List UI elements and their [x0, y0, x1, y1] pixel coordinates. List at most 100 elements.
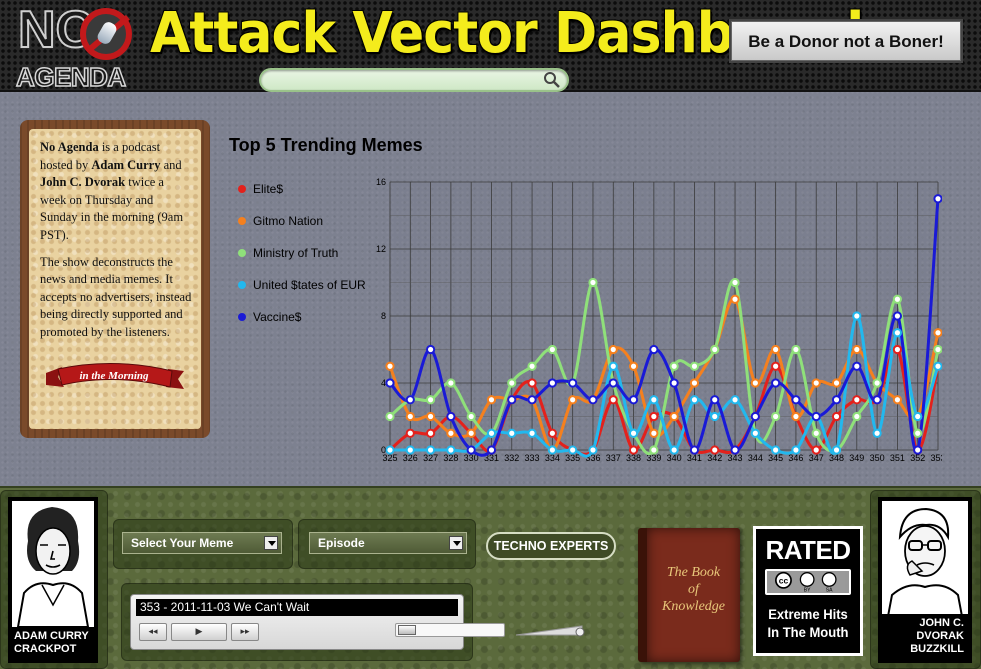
about-paragraph-1: No Agenda is a podcast hosted by Adam Cu… — [40, 139, 193, 245]
john-dvorak-portrait[interactable]: JOHN C. DVORAK BUZZKILL — [878, 497, 972, 663]
legend-item[interactable]: Ministry of Truth — [238, 246, 366, 278]
data-point — [852, 344, 862, 355]
data-point — [608, 378, 618, 388]
data-point — [831, 445, 842, 455]
y-tick-label: 16 — [376, 177, 386, 187]
host-name-1: Adam Curry — [91, 157, 161, 172]
about-panel: No Agenda is a podcast hosted by Adam Cu… — [20, 120, 210, 438]
rated-subtitle-1: Extreme Hits — [768, 606, 848, 622]
data-point — [486, 428, 497, 438]
data-point — [527, 395, 537, 405]
legend-swatch — [238, 249, 246, 257]
data-point — [933, 328, 942, 338]
legend-item[interactable]: Elite$ — [238, 182, 366, 214]
logo-agenda-text: AGENDA — [15, 62, 127, 92]
meme-select[interactable]: Select Your Meme — [122, 532, 282, 554]
rated-badge[interactable]: RATED cc BY SA Extreme Hits In The Mouth — [753, 526, 863, 656]
data-point — [791, 344, 801, 355]
data-point — [527, 361, 537, 371]
data-point — [547, 428, 557, 438]
x-tick-label: 344 — [748, 453, 763, 463]
legend-item[interactable]: Vaccine$ — [238, 310, 366, 342]
play-button[interactable]: ▶ — [171, 623, 227, 641]
search-input[interactable] — [259, 68, 569, 92]
data-point — [446, 428, 456, 438]
chart-legend: Elite$ Gitmo Nation Ministry of Truth Unite… — [238, 182, 366, 342]
legend-item[interactable]: Gitmo Nation — [238, 214, 366, 246]
data-point — [852, 361, 862, 371]
ribbon-text: in the Morning — [79, 370, 149, 382]
rewind-icon: ◂◂ — [148, 627, 158, 637]
legend-label: Vaccine$ — [253, 310, 302, 324]
rewind-button[interactable]: ◂◂ — [139, 623, 167, 641]
cc-text: cc — [779, 576, 789, 586]
search-icon[interactable] — [543, 71, 561, 89]
x-tick-label: 349 — [849, 453, 864, 463]
show-name: No Agenda — [40, 140, 99, 154]
data-point — [628, 361, 639, 371]
data-point — [486, 445, 497, 455]
x-tick-label: 337 — [606, 453, 621, 463]
data-point — [608, 344, 618, 355]
seek-handle[interactable] — [398, 625, 416, 635]
book-of-knowledge[interactable]: The Book of Knowledge — [638, 528, 740, 662]
data-point — [588, 395, 598, 405]
data-point — [507, 395, 517, 405]
data-point — [730, 277, 740, 288]
legend-swatch — [238, 313, 246, 321]
right-portrait-name: JOHN C. DVORAK — [916, 617, 964, 642]
episode-select[interactable]: Episode — [309, 532, 467, 554]
data-point — [547, 344, 557, 355]
john-dvorak-image — [884, 507, 966, 628]
about-paragraph-2: The show deconstructs the news and media… — [40, 254, 192, 339]
data-point — [872, 395, 882, 405]
trending-memes-chart: 0481216325 326 327 328 330 331 332 333 334 335 336… — [376, 177, 942, 463]
no-sign-icon — [80, 8, 132, 60]
data-point — [831, 411, 842, 422]
rated-subtitle-2: In The Mouth — [767, 624, 849, 640]
volume-slider[interactable] — [516, 625, 586, 637]
data-point — [425, 411, 436, 422]
book-title-1: The Book — [666, 565, 721, 580]
data-point — [588, 277, 598, 288]
adam-curry-portrait[interactable]: ADAM CURRY CRACKPOT — [8, 497, 98, 663]
cc-sa-text: SA — [826, 587, 833, 593]
legend-label: Elite$ — [253, 182, 284, 196]
legend-swatch — [238, 217, 246, 225]
seek-slider[interactable] — [395, 623, 505, 637]
data-point — [547, 445, 557, 455]
donor-button[interactable]: Be a Donor not a Boner! — [731, 21, 961, 61]
x-tick-label: 351 — [890, 453, 905, 463]
cc-by-text: BY — [804, 587, 811, 593]
microphone-icon — [95, 19, 119, 47]
legend-item[interactable]: United $tates of EUR — [238, 278, 366, 310]
data-point — [892, 344, 903, 355]
header-bar: NO AGENDA Attack Vector Dashboard Be a D… — [0, 0, 981, 92]
data-point — [405, 445, 415, 455]
audio-player: 353 - 2011-11-03 We Can't Wait ◂◂ ▶ ▸▸ — [130, 594, 585, 650]
data-point — [892, 395, 903, 405]
data-point — [425, 428, 436, 438]
data-point — [669, 445, 679, 455]
no-agenda-logo[interactable]: NO AGENDA — [14, 3, 138, 92]
y-tick-label: 12 — [376, 244, 386, 254]
legend-swatch — [238, 185, 246, 193]
chevron-down-icon[interactable] — [449, 536, 463, 550]
meme-select-label: Select Your Meme — [131, 536, 234, 550]
play-icon: ▶ — [195, 627, 203, 637]
legend-swatch — [238, 281, 246, 289]
data-point — [588, 445, 598, 455]
chevron-down-icon[interactable] — [264, 536, 278, 550]
episode-select-label: Episode — [318, 536, 365, 550]
in-the-morning-ribbon: in the Morning — [46, 362, 184, 389]
rated-label: RATED — [765, 535, 851, 565]
data-point — [527, 378, 537, 388]
data-point — [649, 428, 659, 438]
data-point — [385, 361, 395, 371]
techno-experts-button[interactable]: TECHNO EXPERTS — [486, 532, 616, 560]
adam-curry-caption: ADAM CURRY CRACKPOT — [12, 627, 94, 659]
fast-forward-button[interactable]: ▸▸ — [231, 623, 259, 641]
data-point — [466, 411, 476, 422]
data-point — [649, 445, 659, 455]
data-point — [568, 395, 578, 405]
